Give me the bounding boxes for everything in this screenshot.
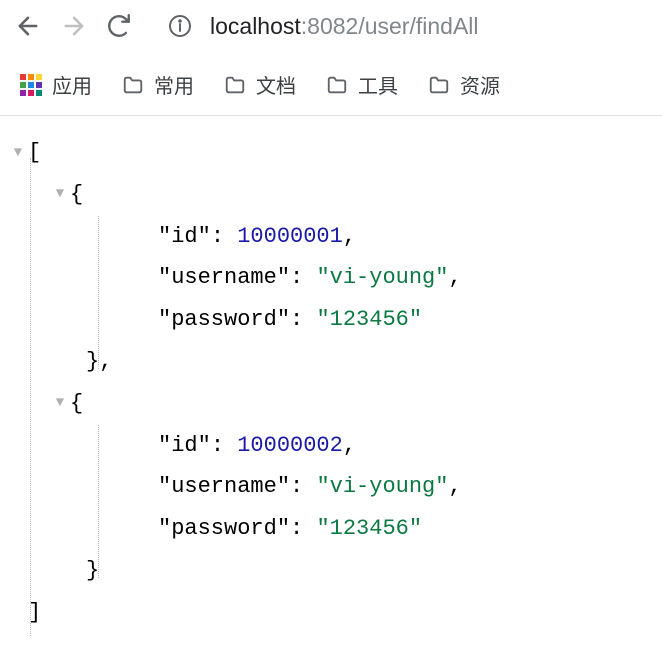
json-object-close: } (8, 550, 654, 592)
folder-icon (122, 74, 144, 96)
bookmark-folder-0[interactable]: 常用 (122, 70, 194, 99)
folder-icon (428, 74, 450, 96)
bookmark-folder-2[interactable]: 工具 (326, 70, 398, 99)
expand-toggle-icon[interactable]: ▼ (50, 390, 70, 417)
json-property: "username": "vi-young", (8, 257, 654, 299)
json-array-close: ] (8, 592, 654, 634)
json-property: "password": "123456" (8, 299, 654, 341)
bookmark-label: 文档 (256, 70, 296, 99)
forward-button[interactable] (60, 12, 88, 40)
apps-button[interactable]: 应用 (20, 70, 92, 99)
url-bar[interactable]: localhost:8082/user/findAll (150, 13, 648, 40)
apps-icon (20, 74, 42, 96)
json-property: "password": "123456" (8, 508, 654, 550)
folder-icon (326, 74, 348, 96)
back-button[interactable] (14, 12, 42, 40)
info-icon[interactable] (168, 14, 192, 38)
json-array-open: ▼ [ (8, 132, 654, 174)
bookmark-folder-3[interactable]: 资源 (428, 70, 500, 99)
bookmark-label: 资源 (460, 70, 500, 99)
bookmark-folder-1[interactable]: 文档 (224, 70, 296, 99)
json-object-close: }, (8, 341, 654, 383)
json-viewer: ▼ [ ▼ { "id": 10000001, "username": "vi-… (0, 116, 662, 650)
bookmark-label: 常用 (154, 70, 194, 99)
reload-button[interactable] (106, 13, 132, 39)
expand-toggle-icon[interactable]: ▼ (50, 181, 70, 208)
json-object-open: ▼ { (8, 174, 654, 216)
expand-toggle-icon[interactable]: ▼ (8, 140, 28, 167)
json-property: "id": 10000002, (8, 425, 654, 467)
bookmark-label: 工具 (358, 70, 398, 99)
browser-toolbar: localhost:8082/user/findAll (0, 0, 662, 52)
folder-icon (224, 74, 246, 96)
json-property: "id": 10000001, (8, 216, 654, 258)
json-object-open: ▼ { (8, 383, 654, 425)
apps-label: 应用 (52, 70, 92, 99)
bookmarks-bar: 应用 常用 文档 工具 资源 (0, 52, 662, 116)
json-property: "username": "vi-young", (8, 466, 654, 508)
url-text: localhost:8082/user/findAll (210, 13, 479, 40)
